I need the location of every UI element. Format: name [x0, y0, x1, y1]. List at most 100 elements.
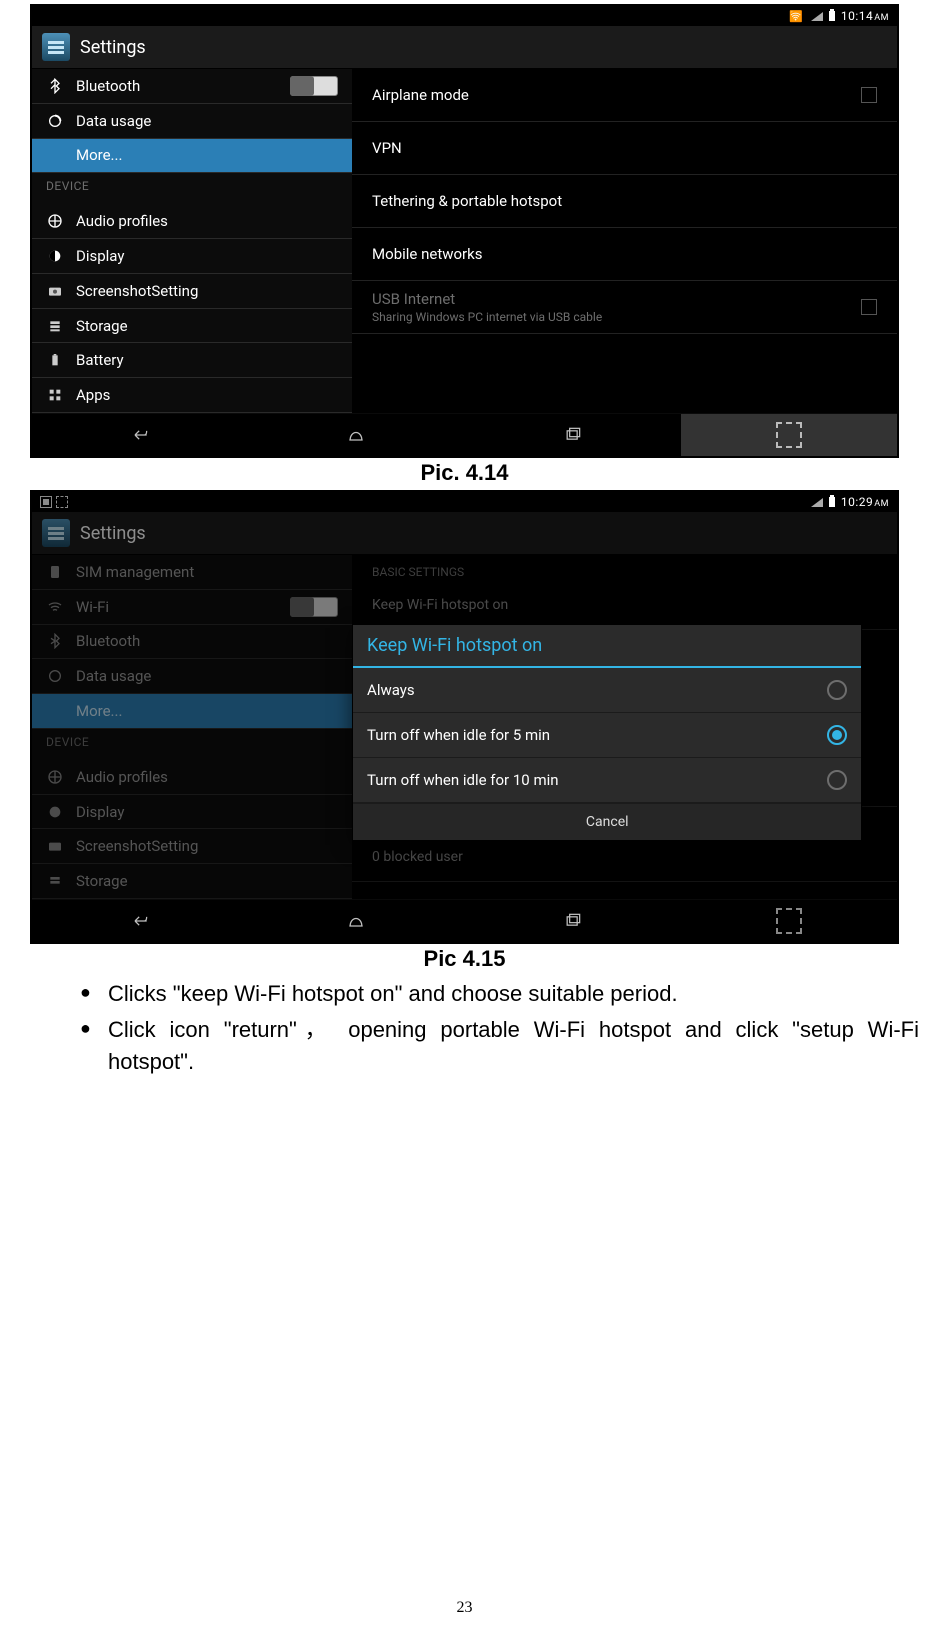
instruction-text: hotspot".	[108, 1049, 194, 1074]
nav-recent-button[interactable]	[465, 900, 681, 942]
screenshot-icon	[776, 422, 802, 448]
instruction-item: Click icon "return"， opening portable Wi…	[80, 1014, 919, 1078]
detail-row-label: USB Internet Sharing Windows PC internet…	[372, 290, 602, 324]
dialog-option-10min[interactable]: Turn off when idle for 10 min	[353, 758, 861, 803]
sim-icon	[46, 563, 64, 581]
caption-1: Pic. 4.14	[0, 460, 929, 486]
sidebar-item-screenshot[interactable]: ScreenshotSetting	[32, 274, 352, 309]
dialog-option-always[interactable]: Always	[353, 668, 861, 713]
sidebar-item-label: Storage	[76, 872, 338, 890]
sidebar-item-label: ScreenshotSetting	[76, 837, 338, 855]
sidebar-item-display[interactable]: Display	[32, 239, 352, 274]
keep-hotspot-dialog: Keep Wi-Fi hotspot on Always Turn off wh…	[352, 624, 862, 841]
sidebar-item-label: Audio profiles	[76, 768, 338, 786]
detail-keep-hotspot[interactable]: Keep Wi-Fi hotspot on	[352, 581, 897, 630]
sidebar-item-audio[interactable]: Audio profiles	[32, 760, 352, 795]
app-title: Settings	[80, 523, 146, 544]
camera-icon	[46, 837, 64, 855]
data-usage-icon	[46, 112, 64, 130]
status-time: 10:29AM	[841, 495, 889, 509]
sidebar-item-bluetooth[interactable]: Bluetooth	[32, 625, 352, 660]
screenshot-icon	[776, 908, 802, 934]
signal-icon	[811, 498, 823, 507]
sidebar-item-label: More...	[76, 146, 338, 164]
bluetooth-icon	[46, 77, 64, 95]
dialog-option-5min[interactable]: Turn off when idle for 5 min	[353, 713, 861, 758]
radio-off-icon	[827, 680, 847, 700]
detail-row-label: Keep Wi-Fi hotspot on	[372, 597, 508, 613]
detail-row-label: Tethering & portable hotspot	[372, 192, 562, 210]
sidebar-item-label: More...	[76, 702, 338, 720]
sidebar-item-label: Display	[76, 247, 338, 265]
usb-checkbox	[861, 299, 877, 315]
audio-icon	[46, 212, 64, 230]
sidebar-item-storage[interactable]: Storage	[32, 309, 352, 344]
page-number: 23	[0, 1599, 929, 1617]
sidebar-item-apps[interactable]: Apps	[32, 378, 352, 413]
airplane-checkbox[interactable]	[861, 87, 877, 103]
detail-usb-internet: USB Internet Sharing Windows PC internet…	[352, 281, 897, 334]
sidebar-item-label: Bluetooth	[76, 632, 338, 650]
sidebar-item-label: Storage	[76, 317, 338, 335]
detail-row-label: Mobile networks	[372, 245, 482, 263]
nav-recent-button[interactable]	[465, 414, 681, 456]
sidebar-item-wifi[interactable]: Wi-Fi	[32, 590, 352, 625]
dialog-option-label: Turn off when idle for 5 min	[367, 726, 550, 744]
nav-back-button[interactable]	[32, 900, 248, 942]
sidebar-item-audio[interactable]: Audio profiles	[32, 204, 352, 239]
wifi-toggle[interactable]	[290, 597, 338, 617]
nav-screenshot-button[interactable]	[681, 900, 897, 942]
settings-sidebar: SIM management Wi-Fi Bluetooth	[32, 555, 352, 899]
sidebar-item-sim[interactable]: SIM management	[32, 555, 352, 590]
nav-home-button[interactable]	[248, 414, 464, 456]
detail-row-label: Airplane mode	[372, 86, 469, 104]
nav-home-button[interactable]	[248, 900, 464, 942]
status-bar: 10:29AM	[32, 492, 897, 512]
instruction-item: Clicks "keep Wi-Fi hotspot on" and choos…	[80, 978, 919, 1010]
title-bar: Settings	[32, 512, 897, 555]
detail-mobile-networks[interactable]: Mobile networks	[352, 228, 897, 281]
sidebar-item-bluetooth[interactable]: Bluetooth	[32, 69, 352, 104]
sidebar-item-battery[interactable]: Battery	[32, 343, 352, 378]
sidebar-item-label: Wi-Fi	[76, 598, 278, 616]
sidebar-item-label: Data usage	[76, 667, 338, 685]
sidebar-item-more[interactable]: More...	[32, 139, 352, 174]
wifi-icon	[46, 598, 64, 616]
battery-icon	[829, 497, 835, 507]
sidebar-item-more[interactable]: More...	[32, 694, 352, 729]
battery-icon	[829, 11, 835, 21]
nav-screenshot-button[interactable]	[681, 414, 897, 456]
detail-tethering[interactable]: Tethering & portable hotspot	[352, 175, 897, 228]
audio-icon	[46, 768, 64, 786]
sidebar-item-label: Data usage	[76, 112, 338, 130]
bluetooth-toggle[interactable]	[290, 76, 338, 96]
instruction-text: Clicks "keep Wi-Fi hotspot on" and choos…	[108, 981, 678, 1006]
detail-airplane-mode[interactable]: Airplane mode	[352, 69, 897, 122]
storage-icon	[46, 872, 64, 890]
nav-bar	[32, 413, 897, 456]
screenshot-saved-icon	[40, 496, 52, 508]
nav-back-button[interactable]	[32, 414, 248, 456]
title-bar: Settings	[32, 26, 897, 69]
app-title: Settings	[80, 37, 146, 58]
camera-icon	[46, 282, 64, 300]
sidebar-item-data-usage[interactable]: Data usage	[32, 104, 352, 139]
detail-vpn[interactable]: VPN	[352, 122, 897, 175]
detail-row-subtitle: Sharing Windows PC internet via USB cabl…	[372, 310, 602, 324]
signal-icon	[811, 12, 823, 21]
sidebar-item-display[interactable]: Display	[32, 795, 352, 830]
apps-icon	[46, 386, 64, 404]
sidebar-item-label: Apps	[76, 386, 338, 404]
settings-icon	[42, 519, 70, 547]
instruction-list: Clicks "keep Wi-Fi hotspot on" and choos…	[40, 978, 919, 1078]
settings-icon	[42, 33, 70, 61]
sidebar-item-data-usage[interactable]: Data usage	[32, 659, 352, 694]
sidebar-item-storage[interactable]: Storage	[32, 864, 352, 899]
radio-off-icon	[827, 770, 847, 790]
status-time: 10:14AM	[841, 9, 889, 23]
dialog-cancel-button[interactable]: Cancel	[353, 803, 861, 840]
settings-sidebar: Bluetooth Data usage More... DEVICE Audi…	[32, 69, 352, 413]
sidebar-category-device: DEVICE	[32, 729, 352, 760]
sidebar-item-label: SIM management	[76, 563, 338, 581]
sidebar-item-screenshot[interactable]: ScreenshotSetting	[32, 829, 352, 864]
